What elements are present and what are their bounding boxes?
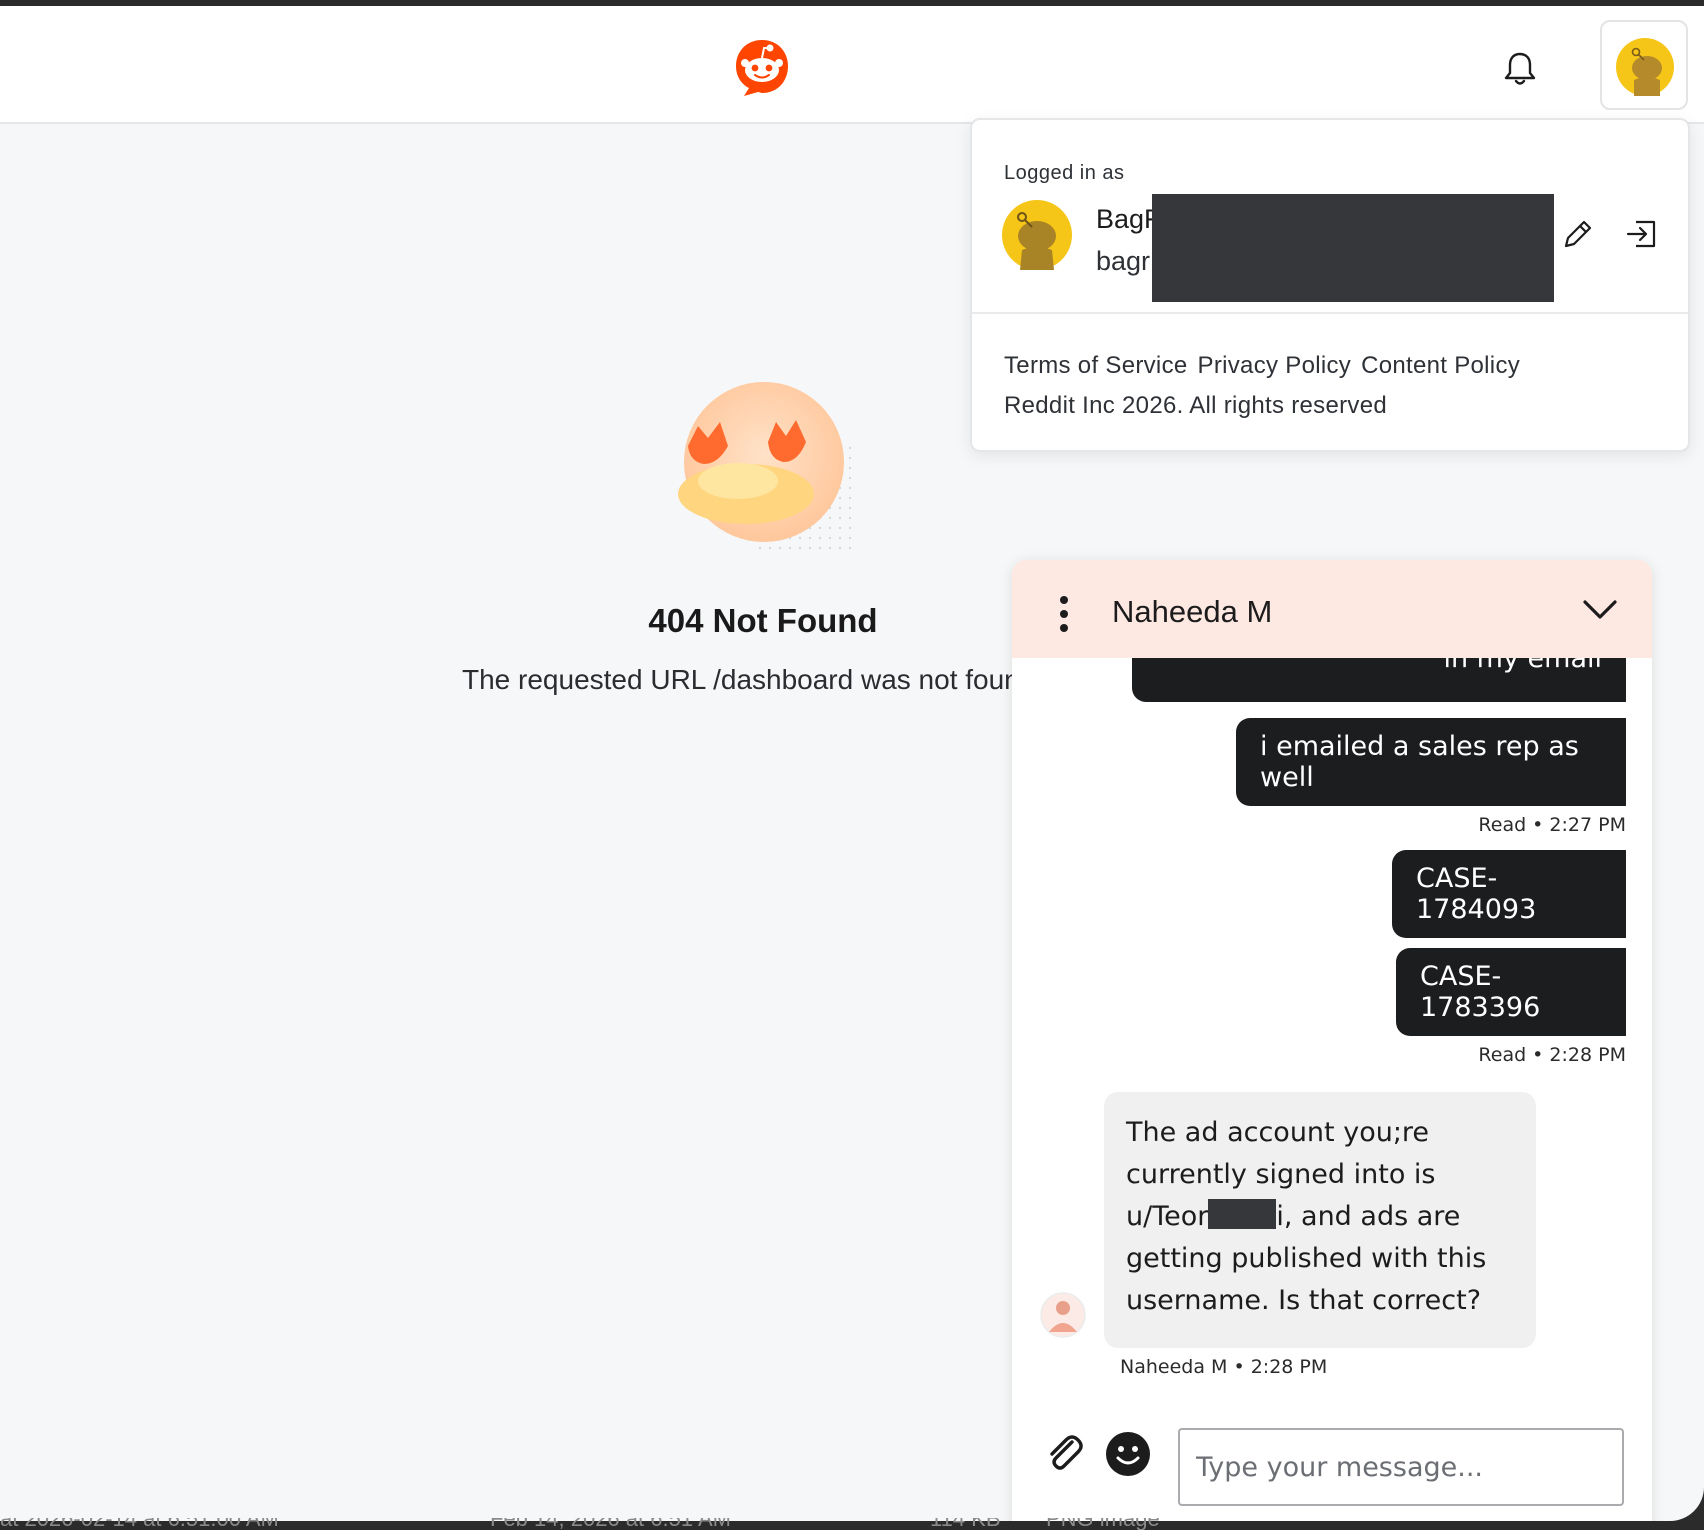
redaction-block — [1152, 194, 1554, 302]
chat-header: Naheeda M — [1012, 560, 1652, 658]
broken-egg-illustration — [678, 382, 858, 556]
finder-info-strip: at 2026-02-14 at 6.51.00 AM Feb 14, 2026… — [0, 1518, 1704, 1530]
terms-of-service-link[interactable]: Terms of Service — [1004, 352, 1188, 379]
top-bar — [0, 6, 1704, 124]
message-line: u/Teor i, and ads are — [1126, 1196, 1514, 1238]
footer-links: Terms of Service Privacy Policy Content Po… — [1004, 352, 1530, 380]
outgoing-message: i emailed a sales rep as well — [1236, 718, 1626, 806]
logged-in-label: Logged in as — [1004, 162, 1125, 184]
message-line: getting published with this — [1126, 1243, 1487, 1274]
chevron-down-icon[interactable] — [1582, 596, 1618, 624]
message-line: currently signed into is — [1126, 1159, 1436, 1190]
outgoing-message: CASE-1784093 — [1392, 850, 1626, 938]
message-fragment: u/Teor — [1126, 1201, 1209, 1232]
file-name: at 2026-02-14 at 6.51.00 AM — [0, 1518, 279, 1530]
message-text: i emailed a sales rep as well — [1260, 731, 1579, 793]
message-text: in my email — [1443, 658, 1602, 674]
user-menu-button[interactable] — [1600, 20, 1688, 110]
chat-messages[interactable]: in my email i emailed a sales rep as wel… — [1012, 658, 1652, 1388]
more-options-icon[interactable] — [1056, 594, 1072, 634]
app-window: 404 Not Found The requested URL /dashboa… — [0, 6, 1704, 1521]
file-kind: PNG image — [1046, 1518, 1160, 1530]
content-policy-link[interactable]: Content Policy — [1361, 352, 1520, 379]
agent-avatar — [1040, 1292, 1086, 1338]
bell-icon[interactable] — [1500, 48, 1540, 88]
outgoing-message: in my email — [1132, 658, 1626, 702]
error-message: The requested URL /dashboard was not fou… — [462, 664, 1036, 695]
file-date: Feb 14, 2026 at 6:51 AM — [490, 1518, 731, 1530]
incoming-message: The ad account you;re currently signed i… — [1104, 1092, 1536, 1348]
file-size: 114 KB — [930, 1518, 1001, 1530]
user-dropdown-menu: Logged in as BagF bagr Terms of Service P… — [970, 118, 1690, 452]
message-line: username. Is that correct? — [1126, 1285, 1482, 1316]
logout-icon[interactable] — [1624, 216, 1660, 252]
copyright-text: Reddit Inc 2026. All rights reserved — [1004, 392, 1387, 419]
user-avatar — [1002, 200, 1072, 270]
emoji-icon[interactable] — [1104, 1430, 1152, 1478]
chat-widget: Naheeda M in my email i emailed a sales … — [1012, 560, 1652, 1521]
paperclip-icon[interactable] — [1042, 1432, 1086, 1476]
snoo-avatar-icon — [1616, 38, 1674, 96]
reddit-logo-icon[interactable] — [732, 36, 792, 98]
outgoing-message: CASE-1783396 — [1396, 948, 1626, 1036]
chat-agent-name: Naheeda M — [1112, 594, 1273, 629]
user-username: bagr — [1096, 246, 1151, 276]
message-text: CASE-1784093 — [1416, 863, 1537, 925]
privacy-policy-link[interactable]: Privacy Policy — [1198, 352, 1352, 379]
read-receipt: Read • 2:28 PM — [1478, 1044, 1626, 1066]
redaction-block — [1208, 1199, 1277, 1229]
message-fragment: i, and ads are — [1276, 1201, 1461, 1232]
user-display-name: BagF — [1096, 204, 1161, 234]
message-text: CASE-1783396 — [1420, 961, 1541, 1023]
pencil-icon[interactable] — [1560, 216, 1596, 252]
divider — [972, 312, 1688, 314]
message-line: The ad account you;re — [1126, 1117, 1430, 1148]
message-meta: Naheeda M • 2:28 PM — [1120, 1356, 1328, 1378]
chat-composer — [1012, 1388, 1652, 1521]
message-input[interactable] — [1178, 1428, 1624, 1506]
read-receipt: Read • 2:27 PM — [1478, 814, 1626, 836]
